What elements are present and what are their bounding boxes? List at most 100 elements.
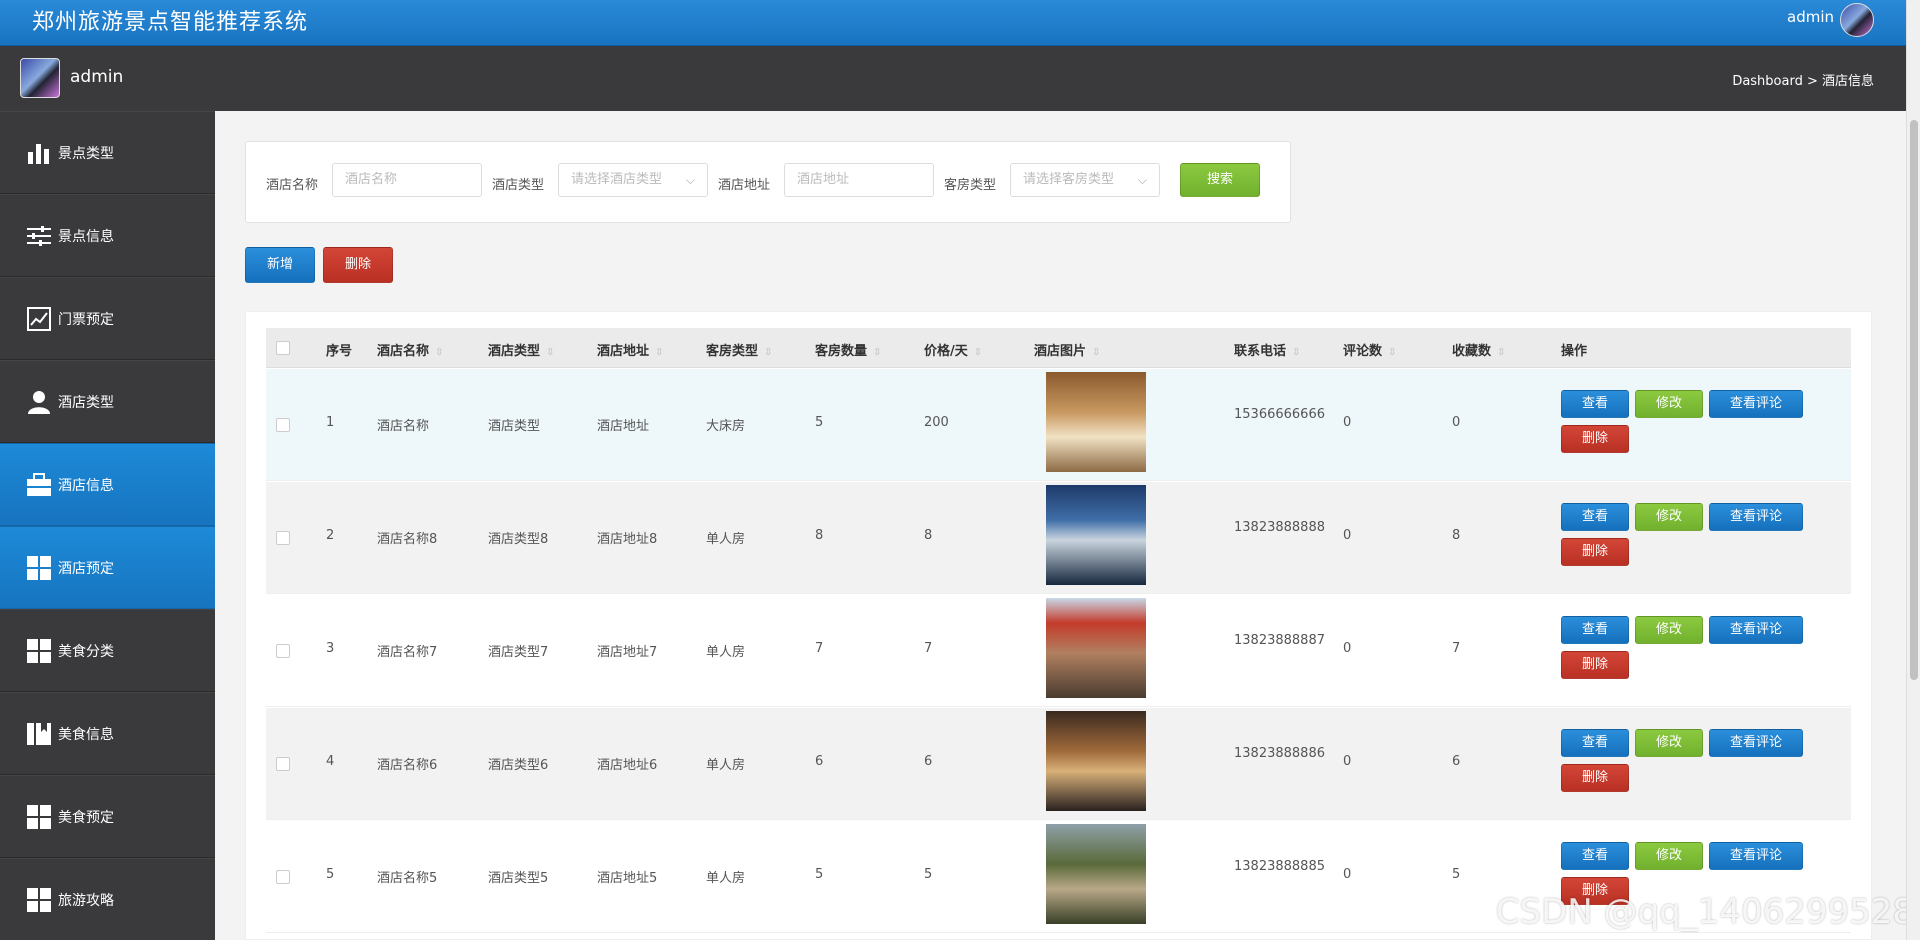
col-hotel-address[interactable]: 酒店地址 ⇳ [597, 340, 663, 359]
hotel-image[interactable] [1046, 598, 1146, 698]
row-hotel-name: 酒店名称8 [377, 532, 438, 547]
search-panel: 酒店名称 酒店名称 酒店类型 请选择酒店类型 ⌵ 酒店地址 酒店地址 客房类型 … [245, 141, 1291, 223]
edit-button[interactable]: 修改 [1635, 842, 1703, 870]
row-room-count: 8 [815, 528, 824, 543]
col-price[interactable]: 价格/天 ⇳ [924, 340, 982, 359]
delete-button[interactable]: 删除 [1561, 764, 1629, 792]
hotel-address-label: 酒店地址 [718, 178, 771, 193]
hotel-image[interactable] [1046, 485, 1146, 585]
hotel-image[interactable] [1046, 711, 1146, 811]
row-comments: 0 [1343, 415, 1352, 430]
row-checkbox[interactable] [276, 757, 290, 771]
row-checkbox[interactable] [276, 870, 290, 884]
col-room-count[interactable]: 客房数量 ⇳ [815, 340, 881, 359]
view-button[interactable]: 查看 [1561, 503, 1629, 531]
row-hotel-name: 酒店名称6 [377, 758, 438, 773]
page-scrollbar[interactable] [1906, 0, 1920, 940]
grid-icon [27, 638, 51, 663]
edit-button[interactable]: 修改 [1635, 616, 1703, 644]
row-price: 5 [924, 867, 933, 882]
sort-icon: ⇳ [1497, 347, 1506, 358]
add-button[interactable]: 新增 [245, 247, 315, 283]
sidebar-item-scenic-info[interactable]: 景点信息 [0, 194, 215, 277]
bulk-delete-button[interactable]: 删除 [323, 247, 393, 283]
row-price: 7 [924, 641, 933, 656]
col-comments[interactable]: 评论数 ⇳ [1343, 340, 1396, 359]
search-button[interactable]: 搜索 [1180, 163, 1260, 197]
col-hotel-type[interactable]: 酒店类型 ⇳ [488, 340, 554, 359]
row-phone: 13823888885 [1234, 859, 1325, 874]
row-no: 3 [326, 641, 335, 656]
sort-icon: ⇳ [435, 347, 444, 358]
view-button[interactable]: 查看 [1561, 390, 1629, 418]
sidebar-item-food-info[interactable]: 美食信息 [0, 692, 215, 775]
room-type-label: 客房类型 [944, 178, 997, 193]
view-button[interactable]: 查看 [1561, 729, 1629, 757]
row-favorites: 0 [1452, 415, 1461, 430]
header-avatar[interactable] [1840, 3, 1874, 37]
sidebar-item-label: 景点类型 [58, 145, 114, 162]
view-comments-button[interactable]: 查看评论 [1709, 616, 1803, 644]
sidebar-item-hotel-info[interactable]: 酒店信息 [0, 443, 215, 526]
sidebar-item-ticket-booking[interactable]: 门票预定 [0, 277, 215, 360]
edit-button[interactable]: 修改 [1635, 390, 1703, 418]
view-button[interactable]: 查看 [1561, 842, 1629, 870]
row-checkbox[interactable] [276, 644, 290, 658]
sidebar-item-food-booking[interactable]: 美食预定 [0, 775, 215, 858]
view-comments-button[interactable]: 查看评论 [1709, 729, 1803, 757]
hotel-image[interactable] [1046, 824, 1146, 924]
row-checkbox[interactable] [276, 418, 290, 432]
room-type-select[interactable]: 请选择客房类型 ⌵ [1010, 163, 1160, 197]
delete-button[interactable]: 删除 [1561, 538, 1629, 566]
row-checkbox[interactable] [276, 531, 290, 545]
sidebar-item-label: 酒店信息 [58, 477, 114, 494]
row-no: 5 [326, 867, 335, 882]
chevron-down-icon: ⌵ [1137, 173, 1147, 187]
hotel-name-label: 酒店名称 [266, 178, 319, 193]
hotel-address-input[interactable]: 酒店地址 [784, 163, 934, 197]
table-header: 序号 酒店名称 ⇳ 酒店类型 ⇳ 酒店地址 ⇳ 客房类型 ⇳ 客房数量 ⇳ 价格/天 ⇳ 酒… [266, 328, 1851, 368]
view-button[interactable]: 查看 [1561, 616, 1629, 644]
row-hotel-type: 酒店类型7 [488, 645, 549, 660]
hotel-type-select[interactable]: 请选择酒店类型 ⌵ [558, 163, 708, 197]
hotel-image[interactable] [1046, 372, 1146, 472]
breadcrumb[interactable]: Dashboard > 酒店信息 [1732, 70, 1874, 89]
col-room-type[interactable]: 客房类型 ⇳ [706, 340, 772, 359]
edit-button[interactable]: 修改 [1635, 729, 1703, 757]
sidebar-item-food-category[interactable]: 美食分类 [0, 609, 215, 692]
row-room-count: 5 [815, 867, 824, 882]
row-hotel-address: 酒店地址8 [597, 532, 658, 547]
col-hotel-image[interactable]: 酒店图片 ⇳ [1034, 340, 1100, 359]
view-comments-button[interactable]: 查看评论 [1709, 842, 1803, 870]
profile-bar: admin Dashboard > 酒店信息 [0, 46, 1920, 111]
col-favorites[interactable]: 收藏数 ⇳ [1452, 340, 1505, 359]
delete-button[interactable]: 删除 [1561, 651, 1629, 679]
row-hotel-name: 酒店名称 [377, 419, 430, 434]
delete-button[interactable]: 删除 [1561, 425, 1629, 453]
view-comments-button[interactable]: 查看评论 [1709, 503, 1803, 531]
chevron-down-icon: ⌵ [685, 173, 695, 187]
briefcase-icon [27, 472, 51, 496]
hotel-name-input[interactable]: 酒店名称 [332, 163, 482, 197]
scrollbar-thumb[interactable] [1910, 120, 1918, 680]
sort-icon: ⇳ [1092, 347, 1101, 358]
grid-icon [27, 887, 51, 912]
sidebar-item-hotel-booking[interactable]: 酒店预定 [0, 526, 215, 609]
col-hotel-name[interactable]: 酒店名称 ⇳ [377, 340, 443, 359]
sidebar-item-travel-guide[interactable]: 旅游攻略 [0, 858, 215, 940]
sidebar-item-hotel-type[interactable]: 酒店类型 [0, 360, 215, 443]
sidebar-item-label: 美食预定 [58, 809, 114, 826]
sidebar-item-label: 门票预定 [58, 311, 114, 328]
sidebar-item-scenic-type[interactable]: 景点类型 [0, 111, 215, 194]
header-username[interactable]: admin [1787, 8, 1834, 26]
col-phone[interactable]: 联系电话 ⇳ [1234, 340, 1300, 359]
book-icon [27, 722, 51, 745]
row-price: 8 [924, 528, 933, 543]
row-phone: 13823888887 [1234, 633, 1325, 648]
row-room-type: 单人房 [706, 871, 746, 886]
row-room-type: 单人房 [706, 532, 746, 547]
select-all-checkbox[interactable] [276, 341, 290, 355]
view-comments-button[interactable]: 查看评论 [1709, 390, 1803, 418]
row-favorites: 7 [1452, 641, 1461, 656]
edit-button[interactable]: 修改 [1635, 503, 1703, 531]
